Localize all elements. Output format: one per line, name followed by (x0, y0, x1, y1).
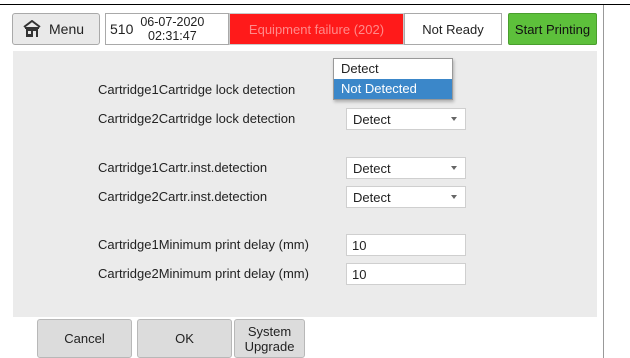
dropdown-option-detect[interactable]: Detect (334, 59, 452, 79)
c2-lock-select[interactable]: Detect (346, 108, 466, 130)
c2-inst-select[interactable]: Detect (346, 186, 466, 208)
home-icon (23, 20, 41, 38)
c1-inst-value: Detect (353, 160, 391, 176)
c2-inst-value: Detect (353, 189, 391, 205)
c2-delay-value: 10 (352, 266, 367, 282)
c2-inst-label: Cartridge2Cartr.inst.detection (98, 189, 268, 204)
c1-delay-value: 10 (352, 237, 367, 253)
c2-lock-value: Detect (353, 111, 391, 127)
c1-lock-dropdown[interactable]: Detect Not Detected (333, 58, 453, 100)
datetime: 06-07-2020 02:31:47 (140, 15, 204, 43)
start-label: Start Printing (514, 21, 591, 37)
c1-inst-select[interactable]: Detect (346, 157, 466, 179)
upgrade-label-line2: Upgrade (244, 338, 295, 354)
c1-lock-label: Cartridge1Cartridge lock detection (98, 82, 296, 97)
ok-label: OK (175, 331, 194, 346)
start-printing-button[interactable]: Start Printing (508, 13, 597, 45)
menu-label: Menu (49, 21, 85, 37)
c1-delay-label: Cartridge1Minimum print delay (mm) (98, 237, 309, 252)
cancel-button[interactable]: Cancel (37, 319, 132, 358)
dropdown-option-not-detected[interactable]: Not Detected (334, 79, 452, 99)
ok-button[interactable]: OK (137, 319, 232, 358)
chevron-down-icon (451, 195, 457, 199)
error-status[interactable]: Equipment failure (202) (229, 13, 404, 45)
chevron-down-icon (451, 166, 457, 170)
error-text: Equipment failure (202) (248, 21, 385, 37)
c2-delay-input[interactable]: 10 (346, 263, 466, 285)
c2-lock-label: Cartridge2Cartridge lock detection (98, 111, 296, 126)
c2-delay-label: Cartridge2Minimum print delay (mm) (98, 266, 309, 281)
printer-state: Not Ready (404, 13, 502, 45)
state-text: Not Ready (422, 21, 484, 37)
system-upgrade-button[interactable]: System Upgrade (234, 319, 305, 358)
time-text: 02:31:47 (148, 29, 197, 43)
c1-delay-input[interactable]: 10 (346, 234, 466, 256)
settings-panel: Cartridge1Cartridge lock detection Cartr… (13, 51, 597, 317)
job-info: 510 06-07-2020 02:31:47 (105, 13, 229, 45)
upgrade-label-line1: System (247, 323, 292, 339)
job-code: 510 (110, 21, 134, 37)
menu-button[interactable]: Menu (12, 13, 100, 45)
c1-inst-label: Cartridge1Cartr.inst.detection (98, 160, 268, 175)
chevron-down-icon (451, 117, 457, 121)
cancel-label: Cancel (64, 331, 105, 346)
date-text: 06-07-2020 (140, 15, 205, 29)
